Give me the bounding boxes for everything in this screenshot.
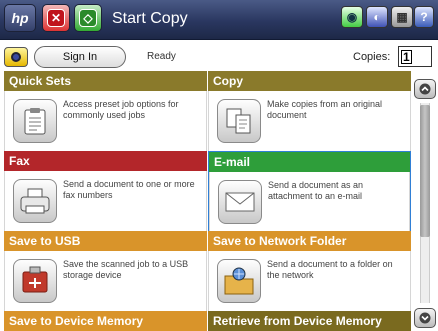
tile-header: Save to USB: [4, 231, 207, 251]
chevron-up-icon: [419, 83, 431, 95]
tile-header: Retrieve from Device Memory: [208, 311, 411, 331]
sign-in-button[interactable]: Sign In: [34, 46, 126, 68]
tile-quick-sets[interactable]: Quick Sets Access preset job options for…: [4, 71, 207, 151]
scroll-thumb[interactable]: [420, 105, 430, 237]
status-message: Ready: [147, 51, 176, 62]
usb-icon: [13, 259, 57, 303]
app-grid: Quick Sets Access preset job options for…: [0, 71, 411, 331]
language-button[interactable]: ▦: [391, 6, 413, 28]
tile-description: Send a document as an attachment to an e…: [268, 180, 364, 201]
tile-header: Save to Device Memory: [4, 311, 207, 331]
status-bar: Sign In Ready Copies: 1: [0, 42, 438, 70]
tile-header: Copy: [208, 71, 411, 91]
copies-label: Copies:: [353, 51, 391, 63]
tile-retrieve-from-device-memory[interactable]: Retrieve from Device Memory: [208, 311, 411, 331]
tile-description: Access preset job options for commonly u…: [63, 99, 179, 120]
top-bar: hp ✕ ◇ Start Copy ◉ ◐ ▦ ?: [0, 0, 438, 40]
scroll-up-button[interactable]: [414, 79, 436, 99]
tile-email[interactable]: E-mail Send a document as an attachment …: [208, 151, 411, 233]
scrollbar[interactable]: [414, 79, 436, 328]
clipboard-icon: [13, 99, 57, 143]
page-title: Start Copy: [112, 10, 188, 27]
stop-icon: ✕: [47, 9, 65, 27]
job-status-button[interactable]: ◐: [366, 6, 388, 28]
tile-description: Send a document to one or more fax numbe…: [63, 179, 195, 200]
tile-fax[interactable]: Fax Send a document to one or more fax n…: [4, 151, 207, 231]
chevron-down-icon: [419, 312, 431, 324]
language-icon: ▦: [396, 10, 408, 24]
tile-save-to-device-memory[interactable]: Save to Device Memory: [4, 311, 207, 331]
copies-value: 1: [401, 49, 412, 64]
tile-description: Make copies from an original document: [267, 99, 383, 120]
tile-header: Fax: [4, 151, 207, 171]
job-status-icon: ◐: [373, 10, 381, 24]
home-button[interactable]: hp: [4, 4, 36, 32]
tile-header: Save to Network Folder: [208, 231, 411, 251]
tile-header: Quick Sets: [4, 71, 207, 91]
help-button[interactable]: ?: [414, 6, 434, 28]
sign-in-status-button[interactable]: [4, 47, 28, 67]
network-folder-icon: [217, 259, 261, 303]
tile-copy[interactable]: Copy Make copies from an original docume…: [208, 71, 411, 151]
scroll-down-button[interactable]: [414, 308, 436, 328]
help-icon: ?: [420, 10, 428, 24]
user-icon: [11, 52, 21, 62]
network-status-button[interactable]: ◉: [341, 6, 363, 28]
network-icon: ◉: [346, 10, 358, 24]
fax-icon: [13, 179, 57, 223]
tile-header: E-mail: [209, 152, 410, 172]
start-button[interactable]: ◇: [74, 4, 102, 32]
hp-logo-icon: hp: [11, 10, 29, 26]
tile-save-to-network-folder[interactable]: Save to Network Folder Send a document t…: [208, 231, 411, 311]
tile-save-to-usb[interactable]: Save to USB Save the scanned job to a US…: [4, 231, 207, 311]
start-icon: ◇: [79, 9, 97, 27]
copies-input[interactable]: 1: [398, 46, 432, 67]
tile-description: Send a document to a folder on the netwo…: [267, 259, 393, 280]
stop-button[interactable]: ✕: [42, 4, 70, 32]
envelope-icon: [218, 180, 262, 224]
tile-description: Save the scanned job to a USB storage de…: [63, 259, 189, 280]
copy-pages-icon: [217, 99, 261, 143]
